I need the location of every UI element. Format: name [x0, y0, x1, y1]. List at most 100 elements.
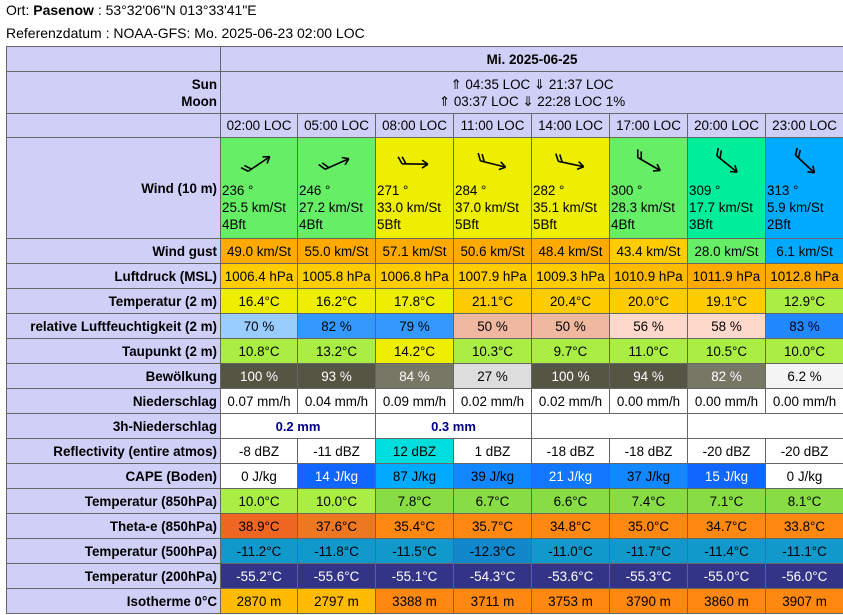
value-cell: 33.8°C — [764, 513, 843, 539]
wind-speed: 33.0 km/St — [377, 200, 442, 215]
value-cell: -11.0°C — [531, 538, 610, 564]
location-label: Ort: — [6, 2, 34, 18]
value-cell: 93 % — [297, 363, 376, 389]
time-column-header: 14:00 LOC — [531, 113, 610, 138]
value-cell: 1006.8 hPa — [375, 263, 454, 289]
value-cell: 3753 m — [531, 588, 610, 614]
value-cell: 57.1 km/St — [375, 238, 454, 264]
value-cell: 12.9°C — [764, 288, 843, 314]
value-cell: 14.2°C — [375, 338, 454, 364]
wind-cell: 236 ° 25.5 km/St 4Bft — [220, 137, 298, 239]
value-cell: -11.2°C — [220, 538, 298, 564]
row-label: Temperatur (850hPa) — [6, 488, 221, 514]
wind-arrow-icon — [396, 156, 428, 169]
value-cell: 1006.4 hPa — [220, 263, 298, 289]
value-cell: 94 % — [609, 363, 688, 389]
value-cell: 11.0°C — [609, 338, 688, 364]
forecast-table: Mi. 2025-06-25 Sun Moon ⇑ 04:35 LOC ⇓ 21:… — [6, 46, 843, 614]
value-cell: -8 dBZ — [220, 438, 298, 464]
table-row: Bewölkung 100 % 93 % 84 % 27 % 100 % 94 % 82 % 6… — [6, 363, 843, 389]
value-cell: 0.00 mm/h — [609, 388, 688, 414]
wind-arrow-icon — [317, 156, 350, 171]
value-cell: 38.9°C — [220, 513, 298, 539]
value-cell: 0.04 mm/h — [297, 388, 376, 414]
value-cell: -18 dBZ — [609, 438, 688, 464]
time-column-header: 11:00 LOC — [453, 113, 532, 138]
precip3h-value: 0.2 mm — [275, 418, 321, 434]
value-cell: 35.7°C — [453, 513, 532, 539]
value-cell: 10.5°C — [687, 338, 766, 364]
value-cell: -55.1°C — [375, 563, 454, 589]
value-cell: 58 % — [687, 313, 766, 339]
value-cell: 0.07 mm/h — [220, 388, 298, 414]
value-cell: -11.5°C — [375, 538, 454, 564]
value-cell: 13.2°C — [297, 338, 376, 364]
wind-cell: 284 ° 37.0 km/St 5Bft — [453, 137, 532, 239]
value-cell: 0.00 mm/h — [764, 388, 843, 414]
row-label: Niederschlag — [6, 388, 221, 414]
reference-date: Referenzdatum : NOAA-GFS: Mo. 2025-06-23… — [6, 25, 365, 41]
value-cell: 28.0 km/St — [687, 238, 766, 264]
value-cell: 0 J/kg — [220, 463, 298, 489]
row-label: CAPE (Boden) — [6, 463, 221, 489]
location-coordinates: : 53°32'06"N 013°33'41"E — [93, 2, 257, 18]
value-cell: 10.3°C — [453, 338, 532, 364]
value-cell: 0.02 mm/h — [531, 388, 610, 414]
value-cell: 1010.9 hPa — [609, 263, 688, 289]
location-line: Ort: Pasenow : 53°32'06"N 013°33'41"E — [6, 1, 257, 19]
value-cell: 1011.9 hPa — [687, 263, 766, 289]
time-column-header: 05:00 LOC — [297, 113, 376, 138]
precip3h-cell: 0.2 mm — [220, 413, 376, 439]
wind-dir: 313 ° — [767, 183, 799, 198]
wind-speed: 27.2 km/St — [299, 200, 364, 215]
wind-speed: 28.3 km/St — [611, 200, 676, 215]
value-cell: 21.1°C — [453, 288, 532, 314]
corner-cell — [6, 46, 221, 72]
wind-cell: 271 ° 33.0 km/St 5Bft — [375, 137, 454, 239]
value-cell: 84 % — [375, 363, 454, 389]
wind-speed: 5.9 km/St — [767, 200, 824, 215]
row-label: Reflectivity (entire atmos) — [6, 438, 221, 464]
wind-bft: 2Bft — [767, 217, 791, 232]
value-cell: -11.1°C — [764, 538, 843, 564]
value-cell: -55.0°C — [687, 563, 766, 589]
row-label: Temperatur (500hPa) — [6, 538, 221, 564]
value-cell: 34.7°C — [687, 513, 766, 539]
wind-cell: 309 ° 17.7 km/St 3Bft — [687, 137, 766, 239]
value-cell: 3860 m — [687, 588, 766, 614]
precip3h-cell — [686, 413, 843, 439]
value-cell: 55.0 km/St — [297, 238, 376, 264]
wind-bft: 4Bft — [611, 217, 635, 232]
value-cell: 3907 m — [764, 588, 843, 614]
value-cell: 83 % — [764, 313, 843, 339]
wind-dir: 300 ° — [611, 183, 643, 198]
value-cell: 7.8°C — [375, 488, 454, 514]
value-cell: 10.0°C — [764, 338, 843, 364]
value-cell: 50 % — [531, 313, 610, 339]
table-row: Taupunkt (2 m) 10.8°C 13.2°C 14.2°C 10.3°C 9.… — [6, 338, 843, 364]
value-cell: 1009.3 hPa — [531, 263, 610, 289]
value-cell: 82 % — [297, 313, 376, 339]
wind-bft: 4Bft — [222, 217, 246, 232]
time-column-header: 08:00 LOC — [375, 113, 454, 138]
value-cell: 6.1 km/St — [764, 238, 843, 264]
time-column-header: 20:00 LOC — [687, 113, 766, 138]
value-cell: 3711 m — [453, 588, 532, 614]
wind-bft: 5Bft — [377, 217, 401, 232]
wind-cell: 313 ° 5.9 km/St 2Bft — [764, 137, 843, 239]
value-cell: 3790 m — [609, 588, 688, 614]
value-cell: 35.0°C — [609, 513, 688, 539]
value-cell: 10.0°C — [297, 488, 376, 514]
row-label: relative Luftfeuchtigkeit (2 m) — [6, 313, 221, 339]
wind-arrow-icon — [715, 148, 738, 173]
value-cell: 7.4°C — [609, 488, 688, 514]
value-cell: 43.4 km/St — [609, 238, 688, 264]
row-label: Isotherme 0°C — [6, 588, 221, 614]
value-cell: 0 J/kg — [764, 463, 843, 489]
value-cell: -55.6°C — [297, 563, 376, 589]
row-label: Temperatur (200hPa) — [6, 563, 221, 589]
value-cell: 50.6 km/St — [453, 238, 532, 264]
wind-arrow-icon — [794, 148, 815, 174]
wind-arrow-icon — [636, 149, 661, 172]
wind-dir: 236 ° — [222, 183, 254, 198]
